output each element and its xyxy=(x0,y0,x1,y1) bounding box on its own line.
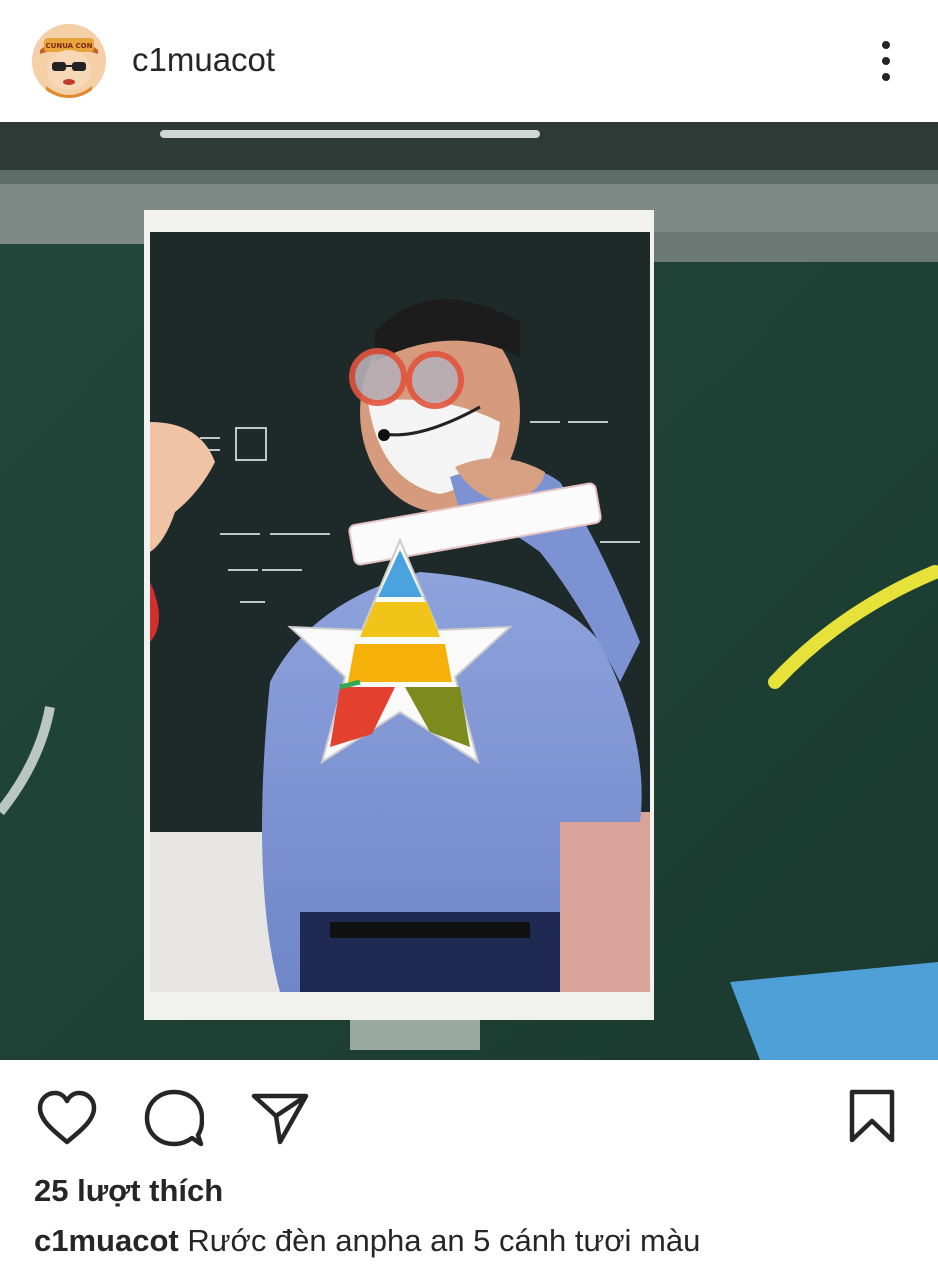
like-button[interactable] xyxy=(36,1090,98,1151)
caption-username[interactable]: c1muacot xyxy=(34,1223,179,1258)
heart-icon xyxy=(37,1090,97,1145)
share-button[interactable] xyxy=(250,1090,310,1151)
avatar-cartoon-image: CUNUA CON xyxy=(32,24,106,98)
action-bar xyxy=(0,1060,938,1175)
like-count[interactable]: 25 lượt thích xyxy=(34,1172,223,1210)
username[interactable]: c1muacot xyxy=(132,40,275,80)
save-button[interactable] xyxy=(848,1088,896,1149)
more-options-button[interactable] xyxy=(862,36,910,86)
post-header: CUNUA CON c1muacot xyxy=(0,0,938,122)
post-photo[interactable] xyxy=(0,122,938,1060)
more-vertical-icon xyxy=(882,41,890,49)
svg-text:CUNUA CON: CUNUA CON xyxy=(46,42,93,50)
comment-button[interactable] xyxy=(144,1088,205,1153)
caption-text: Rước đèn anpha an 5 cánh tươi màu xyxy=(178,1223,701,1258)
avatar[interactable]: CUNUA CON xyxy=(32,24,106,98)
comment-bubble-icon xyxy=(144,1089,205,1147)
post-image xyxy=(0,122,938,1060)
bookmark-icon xyxy=(849,1089,895,1143)
post-caption: c1muacot Rước đèn anpha an 5 cánh tươi m… xyxy=(34,1222,700,1260)
send-paper-plane-icon xyxy=(251,1093,309,1145)
